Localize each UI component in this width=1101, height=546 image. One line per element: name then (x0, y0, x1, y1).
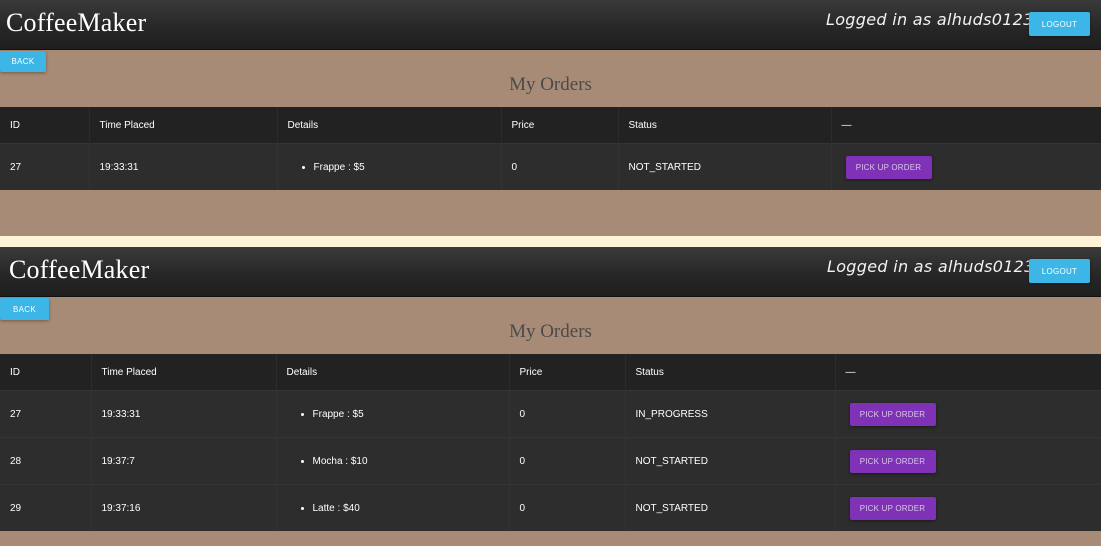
order-details: Latte : $40 (276, 484, 510, 531)
order-detail-item: Latte : $40 (313, 503, 499, 514)
logged-in-text: Logged in as alhuds0123 (827, 257, 1035, 276)
order-time: 19:33:31 (91, 390, 277, 438)
order-id: 28 (0, 437, 92, 485)
table-row: 29 19:37:16 Latte : $40 0 NOT_STARTED PI… (0, 484, 1101, 531)
logout-button[interactable]: LOGOUT (1029, 12, 1090, 36)
header-price: Price (509, 354, 626, 391)
header-time: Time Placed (89, 107, 278, 144)
top-navbar: CoffeeMaker Logged in as alhuds0123 LOGO… (0, 0, 1101, 50)
order-price: 0 (501, 143, 619, 190)
order-detail-item: Frappe : $5 (314, 162, 491, 173)
order-details: Frappe : $5 (277, 143, 502, 190)
order-time: 19:33:31 (89, 143, 278, 190)
order-id: 29 (0, 484, 92, 531)
order-price: 0 (509, 437, 626, 485)
orders-screen-after: CoffeeMaker Logged in as alhuds0123 LOGO… (0, 247, 1101, 546)
header-action: — (831, 107, 1101, 144)
header-action: — (835, 354, 1101, 391)
order-id: 27 (0, 143, 90, 190)
order-action-cell: PICK UP ORDER (835, 484, 1101, 531)
order-status: IN_PROGRESS (625, 390, 836, 438)
order-price: 0 (509, 390, 626, 438)
header-status: Status (625, 354, 836, 391)
pick-up-order-button[interactable]: PICK UP ORDER (849, 496, 936, 520)
page-title: My Orders (509, 321, 592, 342)
screen-divider (0, 236, 1101, 247)
order-action-cell: PICK UP ORDER (831, 143, 1101, 190)
table-row: 28 19:37:7 Mocha : $10 0 NOT_STARTED PIC… (0, 437, 1101, 485)
logged-in-text: Logged in as alhuds0123 (826, 10, 1034, 29)
pick-up-order-button[interactable]: PICK UP ORDER (849, 402, 936, 426)
orders-table: ID Time Placed Details Price Status — 27… (0, 354, 1101, 531)
order-details: Mocha : $10 (276, 437, 510, 485)
header-price: Price (501, 107, 619, 144)
table-header-row: ID Time Placed Details Price Status — (0, 107, 1101, 144)
header-status: Status (618, 107, 832, 144)
top-navbar: CoffeeMaker Logged in as alhuds0123 LOGO… (0, 247, 1101, 297)
order-detail-item: Frappe : $5 (313, 409, 499, 420)
back-button[interactable]: BACK (0, 298, 49, 320)
orders-screen-before: CoffeeMaker Logged in as alhuds0123 LOGO… (0, 0, 1101, 236)
table-row: 27 19:33:31 Frappe : $5 0 NOT_STARTED PI… (0, 143, 1101, 190)
order-detail-item: Mocha : $10 (313, 456, 499, 467)
order-price: 0 (509, 484, 626, 531)
header-time: Time Placed (91, 354, 277, 391)
table-header-row: ID Time Placed Details Price Status — (0, 354, 1101, 391)
order-status: NOT_STARTED (625, 484, 836, 531)
brand-title: CoffeeMaker (6, 8, 147, 37)
header-details: Details (276, 354, 510, 391)
logout-button[interactable]: LOGOUT (1029, 259, 1090, 283)
order-action-cell: PICK UP ORDER (835, 437, 1101, 485)
order-details: Frappe : $5 (276, 390, 510, 438)
order-time: 19:37:16 (91, 484, 277, 531)
pick-up-order-button[interactable]: PICK UP ORDER (845, 155, 932, 179)
header-id: ID (0, 107, 90, 144)
order-action-cell: PICK UP ORDER (835, 390, 1101, 438)
brand-title: CoffeeMaker (9, 255, 150, 284)
header-details: Details (277, 107, 502, 144)
orders-table: ID Time Placed Details Price Status — 27… (0, 107, 1101, 190)
order-id: 27 (0, 390, 92, 438)
order-status: NOT_STARTED (618, 143, 832, 190)
page-title: My Orders (509, 74, 592, 95)
order-time: 19:37:7 (91, 437, 277, 485)
table-row: 27 19:33:31 Frappe : $5 0 IN_PROGRESS PI… (0, 390, 1101, 438)
pick-up-order-button[interactable]: PICK UP ORDER (849, 449, 936, 473)
order-status: NOT_STARTED (625, 437, 836, 485)
header-id: ID (0, 354, 92, 391)
back-button[interactable]: BACK (0, 51, 46, 72)
